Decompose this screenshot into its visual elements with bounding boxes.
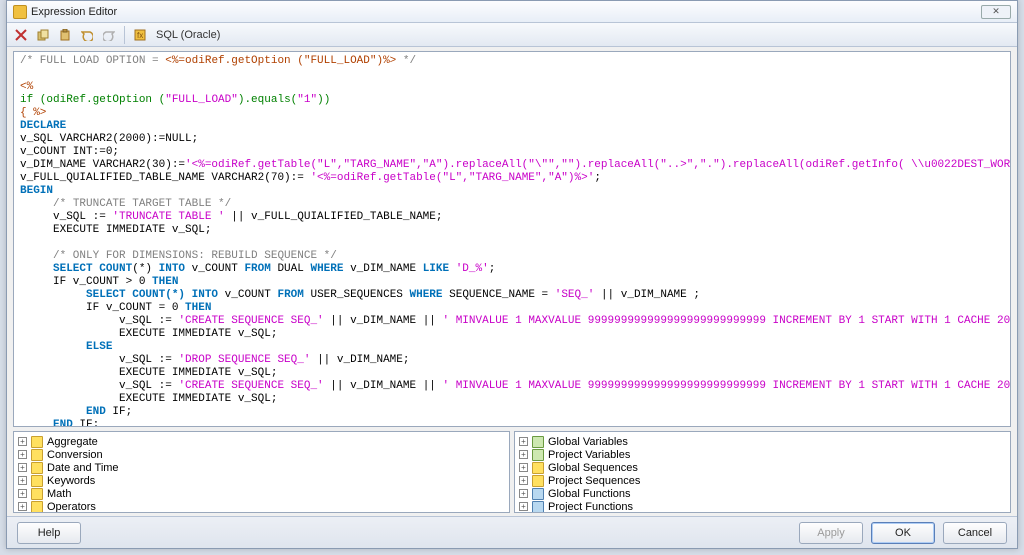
folder-icon xyxy=(532,449,544,461)
apply-button[interactable]: Apply xyxy=(799,522,863,544)
folder-icon xyxy=(31,488,43,500)
tree-item-label: Conversion xyxy=(47,449,103,461)
tree-item-label: Project Sequences xyxy=(548,475,640,487)
expression-icon[interactable]: fx xyxy=(130,25,150,45)
window-title: Expression Editor xyxy=(31,6,117,18)
ok-button[interactable]: OK xyxy=(871,522,935,544)
svg-text:fx: fx xyxy=(137,31,143,40)
tree-item[interactable]: + Global Variables xyxy=(519,435,1006,448)
toolbar-separator xyxy=(124,26,125,44)
redo-icon[interactable] xyxy=(99,25,119,45)
expand-icon[interactable]: + xyxy=(18,437,27,446)
expand-icon[interactable]: + xyxy=(519,489,528,498)
expand-icon[interactable]: + xyxy=(519,463,528,472)
expression-editor-window: Expression Editor ✕ fx SQL (Oracle) /* F… xyxy=(6,0,1018,549)
tree-item-label: Math xyxy=(47,488,71,500)
delete-icon[interactable] xyxy=(11,25,31,45)
folder-icon xyxy=(31,436,43,448)
tree-item-label: Aggregate xyxy=(47,436,98,448)
tree-item[interactable]: + Conversion xyxy=(18,448,505,461)
cancel-button[interactable]: Cancel xyxy=(943,522,1007,544)
code-content[interactable]: /* FULL LOAD OPTION = <%=odiRef.getOptio… xyxy=(20,55,1004,427)
close-button[interactable]: ✕ xyxy=(981,5,1011,19)
tree-item-label: Keywords xyxy=(47,475,95,487)
undo-icon[interactable] xyxy=(77,25,97,45)
tree-item-label: Global Functions xyxy=(548,488,631,500)
tree-item-label: Global Sequences xyxy=(548,462,638,474)
app-icon xyxy=(13,5,27,19)
folder-icon xyxy=(532,488,544,500)
tree-item[interactable]: + Global Sequences xyxy=(519,461,1006,474)
tree-item[interactable]: + Operators xyxy=(18,500,505,513)
variables-tree[interactable]: + Global Variables + Project Variables + Glob… xyxy=(514,431,1011,513)
toolbar: fx SQL (Oracle) xyxy=(7,23,1017,47)
folder-icon xyxy=(31,475,43,487)
folder-icon xyxy=(532,475,544,487)
tree-item[interactable]: + Math xyxy=(18,487,505,500)
tree-item[interactable]: + Project Functions xyxy=(519,500,1006,513)
folder-icon xyxy=(532,501,544,513)
paste-icon[interactable] xyxy=(55,25,75,45)
folder-icon xyxy=(31,449,43,461)
tree-item-label: Project Functions xyxy=(548,501,633,513)
tree-item[interactable]: + Project Sequences xyxy=(519,474,1006,487)
expand-icon[interactable]: + xyxy=(18,502,27,511)
titlebar: Expression Editor ✕ xyxy=(7,1,1017,23)
tree-item-label: Global Variables xyxy=(548,436,628,448)
expand-icon[interactable]: + xyxy=(18,463,27,472)
expand-icon[interactable]: + xyxy=(18,489,27,498)
folder-icon xyxy=(532,462,544,474)
language-label: SQL (Oracle) xyxy=(152,29,224,41)
expand-icon[interactable]: + xyxy=(519,476,528,485)
expand-icon[interactable]: + xyxy=(18,476,27,485)
functions-tree[interactable]: + Aggregate + Conversion + Date and Time + Keyw… xyxy=(13,431,510,513)
copy-icon[interactable] xyxy=(33,25,53,45)
expand-icon[interactable]: + xyxy=(519,502,528,511)
tree-item-label: Operators xyxy=(47,501,96,513)
folder-icon xyxy=(532,436,544,448)
folder-icon xyxy=(31,462,43,474)
tree-item[interactable]: + Keywords xyxy=(18,474,505,487)
code-editor[interactable]: /* FULL LOAD OPTION = <%=odiRef.getOptio… xyxy=(13,51,1011,427)
tree-item-label: Project Variables xyxy=(548,449,630,461)
folder-icon xyxy=(31,501,43,513)
expand-icon[interactable]: + xyxy=(18,450,27,459)
tree-item[interactable]: + Project Variables xyxy=(519,448,1006,461)
tree-panels: + Aggregate + Conversion + Date and Time + Keyw… xyxy=(13,431,1011,513)
tree-item-label: Date and Time xyxy=(47,462,119,474)
expand-icon[interactable]: + xyxy=(519,450,528,459)
tree-item[interactable]: + Global Functions xyxy=(519,487,1006,500)
expand-icon[interactable]: + xyxy=(519,437,528,446)
tree-item[interactable]: + Date and Time xyxy=(18,461,505,474)
help-button[interactable]: Help xyxy=(17,522,81,544)
bottom-bar: Help Apply OK Cancel xyxy=(7,516,1017,548)
tree-item[interactable]: + Aggregate xyxy=(18,435,505,448)
